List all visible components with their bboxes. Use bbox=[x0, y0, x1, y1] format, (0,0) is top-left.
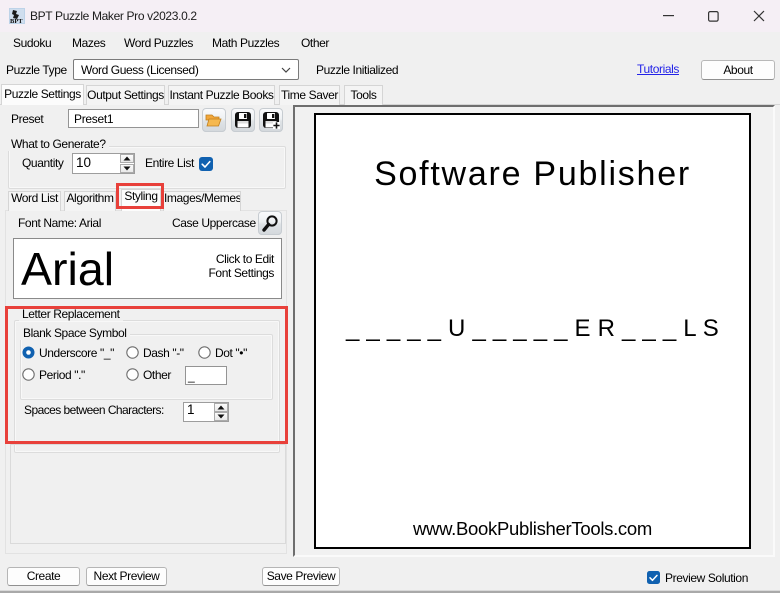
svg-text:BPT: BPT bbox=[10, 18, 23, 24]
